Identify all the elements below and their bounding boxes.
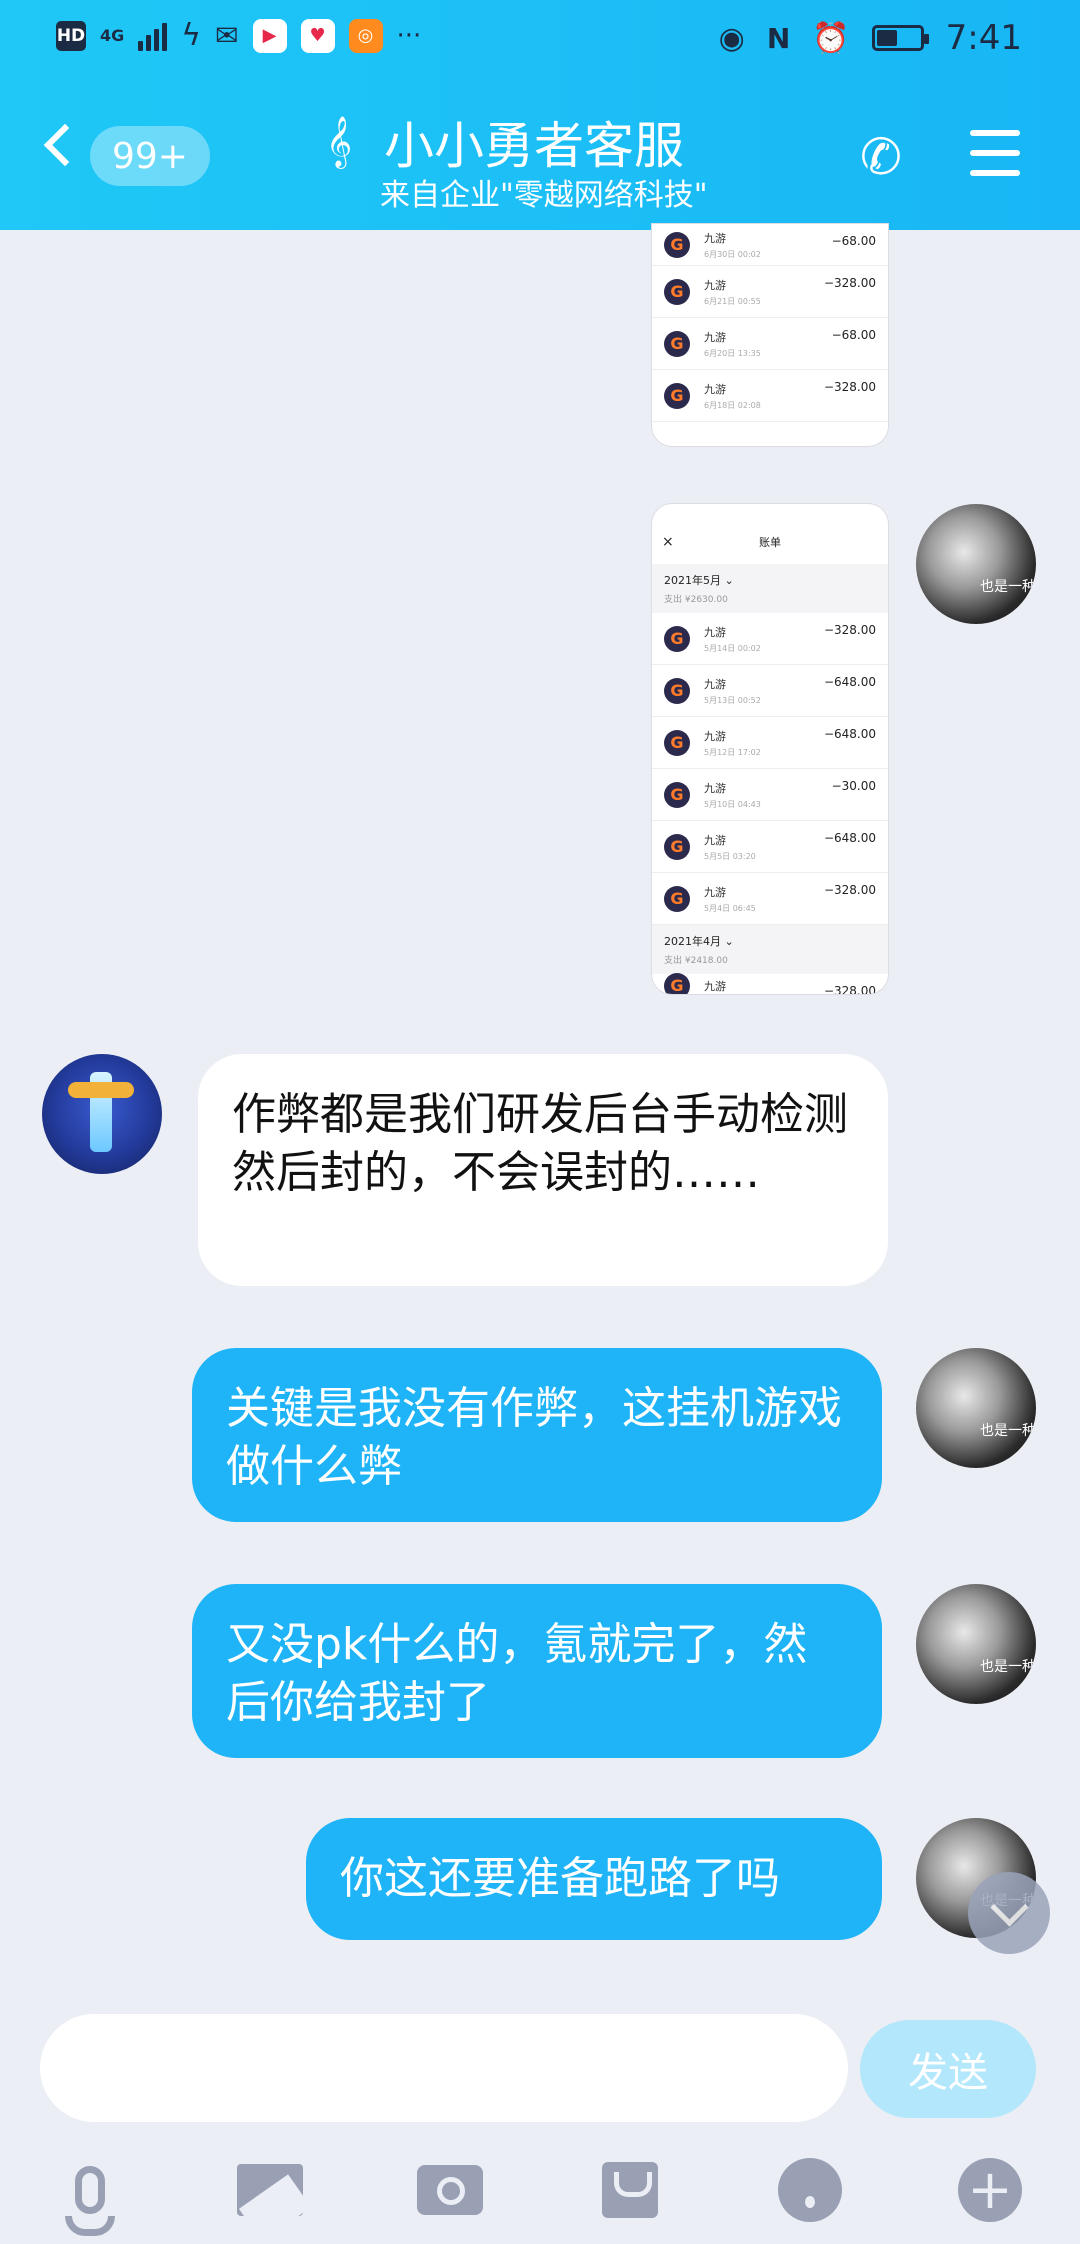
input-toolbar: + <box>0 2140 1080 2240</box>
screenshot-status-bar <box>652 504 888 520</box>
bolt-icon: ϟ <box>181 18 202 53</box>
message-bubble-outgoing[interactable]: 你这还要准备跑路了吗 <box>306 1818 882 1940</box>
shop-app-icon: ♥ <box>300 18 335 53</box>
network-label: 4G <box>100 26 125 45</box>
bill-row: G 九游 6月30日 00:02 −68.00 <box>652 224 888 266</box>
bill-month-header: 2021年5月 ⌄ 支出 ¥2630.00 <box>652 564 888 613</box>
game-logo-icon: G <box>664 833 690 860</box>
wechat-icon: ✉ <box>215 19 239 52</box>
alarm-icon: ⏰ <box>812 20 850 56</box>
camera-icon[interactable] <box>410 2150 490 2230</box>
eye-icon: ◉ <box>718 20 745 56</box>
game-logo-icon: G <box>664 625 690 652</box>
phone-icon[interactable]: ✆ <box>860 128 902 186</box>
back-chevron-icon[interactable] <box>43 123 87 167</box>
cs-avatar[interactable] <box>42 1054 162 1174</box>
close-icon: × <box>662 534 674 550</box>
message-bubble-incoming[interactable]: 作弊都是我们研发后台手动检测然后封的，不会误封的…… <box>198 1054 888 1286</box>
bill-row: G 九游 5月13日 00:52 −648.00 <box>652 665 888 717</box>
bill-row: G 九游 5月5日 03:20 −648.00 <box>652 821 888 873</box>
game-logo-icon: G <box>664 330 690 357</box>
bill-row: G 九游 5月10日 04:43 −30.00 <box>652 769 888 821</box>
bill-row: G 九游 5月12日 17:02 −648.00 <box>652 717 888 769</box>
bill-row: G 九游 5月14日 00:02 −328.00 <box>652 613 888 665</box>
unread-badge[interactable]: 99+ <box>90 126 210 186</box>
game-logo-icon: G <box>664 382 690 409</box>
game-logo-icon: G <box>664 972 690 994</box>
status-bar: HD 4G ϟ ✉ ▶ ♥ ◎ ··· ◉ N ⏰ 7:41 <box>0 0 1080 80</box>
chat-subtitle: 来自企业"零越网络科技" <box>380 178 708 213</box>
red-packet-icon[interactable] <box>590 2150 670 2230</box>
more-status-icon: ··· <box>396 20 422 51</box>
bill-row: G 九游 6月20日 13:35 −68.00 <box>652 318 888 370</box>
nav-bar: 99+ 𝄞 小小勇者客服 来自企业"零越网络科技" ✆ <box>0 90 1080 230</box>
menu-icon[interactable] <box>970 130 1020 190</box>
chat-header: HD 4G ϟ ✉ ▶ ♥ ◎ ··· ◉ N ⏰ 7:41 99+ 𝄞 小小勇… <box>0 0 1080 230</box>
game-logo-icon: G <box>664 781 690 808</box>
game-logo-icon: G <box>664 231 690 258</box>
my-avatar[interactable] <box>916 504 1036 624</box>
chat-title: 小小勇者客服 <box>384 117 684 175</box>
video-app-icon: ▶ <box>252 18 287 53</box>
plus-icon[interactable]: + <box>950 2150 1030 2230</box>
my-avatar[interactable] <box>916 1584 1036 1704</box>
browser-app-icon: ◎ <box>348 18 383 53</box>
my-avatar[interactable] <box>916 1348 1036 1468</box>
emoji-icon[interactable] <box>770 2150 850 2230</box>
bill-row: G 九游 6月21日 00:55 −328.00 <box>652 266 888 318</box>
send-button[interactable]: 发送 <box>860 2020 1036 2118</box>
bill-title-bar: × 账单 <box>662 534 781 550</box>
clock: 7:41 <box>945 18 1022 58</box>
hd-icon: HD <box>56 20 86 51</box>
image-message-bill-1[interactable]: G 九游 6月30日 00:02 −68.00 G 九游 6月21日 00:55 −… <box>652 224 888 446</box>
game-logo-icon: G <box>664 677 690 704</box>
bill-month-header: 2021年4月 ⌄ 支出 ¥2418.00 <box>652 925 888 974</box>
image-message-bill-2[interactable]: × 账单 2021年5月 ⌄ 支出 ¥2630.00 G 九游 5月14日 00:… <box>652 504 888 994</box>
image-icon[interactable] <box>230 2150 310 2230</box>
scroll-to-bottom-button[interactable] <box>968 1872 1050 1954</box>
bill-row: G 九游 −328.00 <box>652 972 888 994</box>
game-logo-icon: G <box>664 885 690 912</box>
game-logo-icon: G <box>664 278 690 305</box>
game-logo-icon: G <box>664 729 690 756</box>
signal-icon <box>138 21 168 51</box>
message-bubble-outgoing[interactable]: 关键是我没有作弊，这挂机游戏做什么弊 <box>192 1348 882 1522</box>
message-bubble-outgoing[interactable]: 又没pk什么的，氪就完了，然后你给我封了 <box>192 1584 882 1758</box>
battery-icon <box>871 25 929 51</box>
voice-icon[interactable] <box>50 2150 130 2236</box>
bill-row: G 九游 6月18日 02:08 −328.00 <box>652 370 888 422</box>
nfc-icon: N <box>766 21 791 55</box>
bill-row: G 九游 5月4日 06:45 −328.00 <box>652 873 888 925</box>
message-input[interactable] <box>40 2014 848 2122</box>
ear-icon[interactable]: 𝄞 <box>326 116 352 167</box>
